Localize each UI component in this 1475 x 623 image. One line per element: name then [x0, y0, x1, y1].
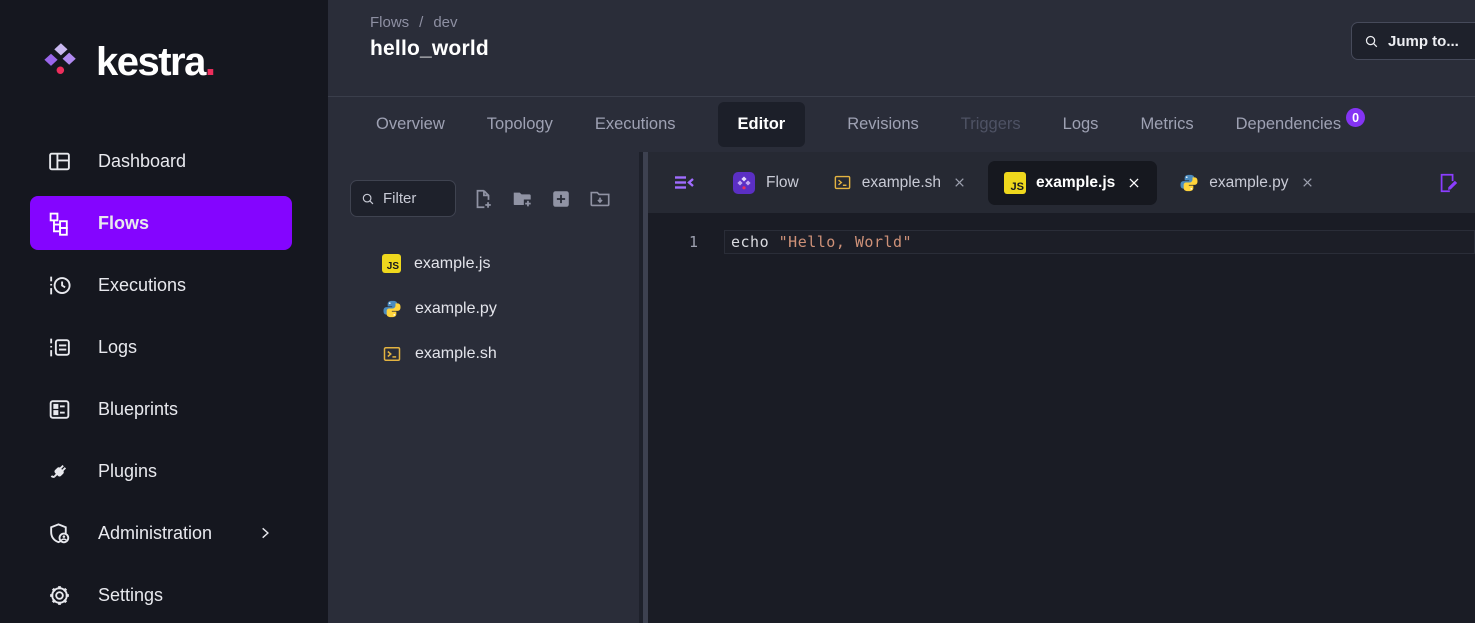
administration-icon	[46, 520, 72, 546]
editor-tab-bar: Flow example.sh	[648, 152, 1475, 213]
editor-workspace: JS example.js example.py	[328, 152, 1475, 623]
sidebar-item-flows[interactable]: Flows	[30, 196, 292, 250]
sidebar-item-label: Dashboard	[98, 151, 186, 172]
sidebar-nav: Dashboard Flows Execut	[0, 130, 328, 623]
sidebar-item-label: Blueprints	[98, 399, 178, 420]
search-icon	[361, 192, 375, 206]
shell-file-icon	[833, 173, 852, 192]
tab-triggers[interactable]: Triggers	[961, 115, 1021, 134]
close-icon[interactable]	[1301, 176, 1314, 189]
sidebar-item-administration[interactable]: Administration	[0, 502, 328, 564]
logs-icon	[46, 334, 72, 360]
plugins-icon	[46, 458, 72, 484]
new-file-button[interactable]	[471, 187, 495, 211]
python-file-icon	[382, 299, 402, 319]
sidebar-item-settings[interactable]: Settings	[0, 564, 328, 623]
kestra-flow-icon	[732, 171, 756, 195]
executions-icon	[46, 272, 72, 298]
panel-divider	[639, 152, 648, 623]
new-folder-button[interactable]	[510, 187, 534, 211]
breadcrumb-namespace[interactable]: dev	[433, 14, 457, 31]
file-row-example-sh[interactable]: example.sh	[328, 331, 639, 376]
sidebar-item-logs[interactable]: Logs	[0, 316, 328, 378]
tab-topology[interactable]: Topology	[487, 115, 553, 134]
flow-tab-row: Overview Topology Executions Editor Revi…	[328, 96, 1475, 152]
file-row-example-js[interactable]: JS example.js	[328, 241, 639, 286]
file-name: example.js	[414, 255, 490, 273]
sidebar-item-executions[interactable]: Executions	[0, 254, 328, 316]
editor-tab-label: example.sh	[862, 174, 941, 192]
kestra-wordmark: kestra.	[96, 42, 215, 82]
sidebar-item-label: Executions	[98, 275, 186, 296]
sidebar-item-label: Logs	[98, 337, 137, 358]
sidebar-item-label: Flows	[98, 213, 149, 234]
editor-tab-example-py[interactable]: example.py	[1167, 161, 1325, 205]
sidebar-item-dashboard[interactable]: Dashboard	[0, 130, 328, 192]
add-box-button[interactable]	[549, 187, 573, 211]
sidebar-item-label: Plugins	[98, 461, 157, 482]
sidebar-item-plugins[interactable]: Plugins	[0, 440, 328, 502]
tab-revisions[interactable]: Revisions	[847, 115, 919, 134]
file-edit-icon[interactable]	[1437, 172, 1459, 194]
kestra-logo[interactable]: kestra.	[40, 40, 328, 84]
tab-dependencies[interactable]: Dependencies0	[1236, 115, 1366, 135]
tab-metrics[interactable]: Metrics	[1140, 115, 1193, 134]
editor-tab-example-sh[interactable]: example.sh	[821, 161, 978, 205]
javascript-file-icon: JS	[382, 254, 401, 273]
filter-input-box[interactable]	[350, 180, 456, 217]
chevron-right-icon	[258, 526, 272, 540]
editor-tab-example-js[interactable]: JS example.js	[988, 161, 1157, 205]
dashboard-icon	[46, 148, 72, 174]
sidebar-item-label: Settings	[98, 585, 163, 606]
editor-tab-flow[interactable]: Flow	[720, 161, 811, 205]
jump-to-button[interactable]: Jump to...	[1351, 22, 1475, 60]
file-explorer-panel: JS example.js example.py	[328, 152, 639, 623]
sidebar-item-label: Administration	[98, 523, 212, 544]
breadcrumb: Flows / dev	[370, 14, 1475, 31]
file-list: JS example.js example.py	[328, 241, 639, 376]
page-header: Flows / dev hello_world Jump to...	[328, 0, 1475, 96]
file-name: example.py	[415, 300, 497, 318]
page-title: hello_world	[370, 37, 1475, 61]
dependencies-count-badge: 0	[1346, 108, 1365, 127]
import-folder-button[interactable]	[588, 187, 612, 211]
close-icon[interactable]	[1127, 176, 1141, 190]
tab-editor[interactable]: Editor	[718, 102, 806, 147]
kestra-logo-icon	[40, 40, 84, 84]
code-line-1: 1 echo "Hello, World"	[648, 230, 1475, 254]
shell-file-icon	[382, 344, 402, 364]
collapse-sidebar-icon[interactable]	[672, 171, 696, 195]
breadcrumb-separator: /	[419, 14, 423, 31]
file-explorer-toolbar	[350, 180, 639, 217]
tab-logs[interactable]: Logs	[1063, 115, 1099, 134]
code-line-content[interactable]: echo "Hello, World"	[724, 230, 1475, 254]
tab-executions[interactable]: Executions	[595, 115, 676, 134]
kestra-app: kestra. Dashboard Flows	[0, 0, 1475, 623]
settings-icon	[46, 582, 72, 608]
editor-pane: Flow example.sh	[648, 152, 1475, 623]
sidebar-item-blueprints[interactable]: Blueprints	[0, 378, 328, 440]
editor-tab-label: Flow	[766, 174, 799, 192]
code-editor[interactable]: 1 echo "Hello, World"	[648, 213, 1475, 623]
line-number: 1	[648, 230, 698, 254]
code-token-command: echo	[731, 233, 779, 251]
python-file-icon	[1179, 173, 1199, 193]
main-area: Flows / dev hello_world Jump to... Overv…	[328, 0, 1475, 623]
file-row-example-py[interactable]: example.py	[328, 286, 639, 331]
sidebar: kestra. Dashboard Flows	[0, 0, 328, 623]
blueprints-icon	[46, 396, 72, 422]
file-name: example.sh	[415, 345, 497, 363]
filter-input[interactable]	[383, 190, 445, 207]
search-icon	[1364, 34, 1379, 49]
flows-icon	[46, 210, 72, 236]
editor-tab-label: example.py	[1209, 174, 1288, 192]
breadcrumb-flows[interactable]: Flows	[370, 14, 409, 31]
jump-to-label: Jump to...	[1388, 33, 1459, 50]
code-token-string: "Hello, World"	[779, 233, 912, 251]
editor-tab-label: example.js	[1036, 174, 1115, 192]
close-icon[interactable]	[953, 176, 966, 189]
tab-overview[interactable]: Overview	[376, 115, 445, 134]
javascript-file-icon: JS	[1004, 172, 1026, 194]
